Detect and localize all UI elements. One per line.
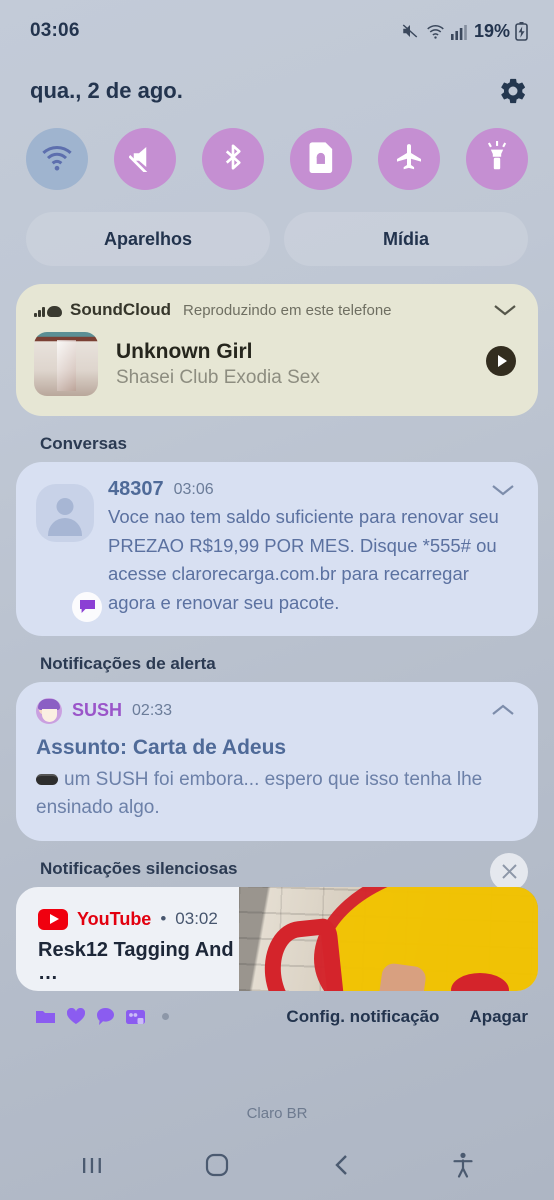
navigation-bar (0, 1130, 554, 1200)
shortcut-pill-row: Aparelhos Mídia (0, 190, 554, 266)
section-header-silent: Notificações silenciosas (0, 841, 554, 891)
status-icon-group: 19% (400, 21, 528, 42)
media-card-body: Unknown Girl Shasei Club Exodia Sex (34, 332, 520, 396)
close-icon[interactable] (490, 852, 528, 891)
youtube-time: 03:02 (175, 909, 218, 929)
youtube-icon (38, 908, 68, 930)
carrier-label: Claro BR (246, 1105, 308, 1122)
chat-bubble-icon[interactable] (97, 1008, 114, 1026)
youtube-notification[interactable]: YouTube • 03:02 Resk12 Tagging And … (16, 886, 538, 991)
back-icon[interactable] (330, 1152, 354, 1178)
overflow-dot-icon[interactable] (162, 1013, 169, 1021)
quick-settings-row (0, 114, 554, 190)
youtube-content: YouTube • 03:02 Resk12 Tagging And … (16, 887, 239, 991)
media-card-header: SoundCloud Reproduzindo em este telefone (34, 300, 520, 320)
alert-app-name: SUSH (72, 700, 123, 721)
conversation-message: Voce nao tem saldo suficiente para renov… (108, 506, 499, 614)
pill-emoji-icon (36, 774, 58, 786)
airplane-icon (393, 141, 425, 178)
media-player-card[interactable]: SoundCloud Reproduzindo em este telefone… (16, 284, 538, 416)
date-header-row: qua., 2 de ago. (0, 62, 554, 114)
status-bar: 03:06 19% (0, 0, 554, 62)
soundcloud-icon (34, 304, 62, 317)
media-app-name: SoundCloud (70, 300, 172, 319)
conversation-time: 03:06 (173, 480, 214, 498)
chevron-up-icon[interactable] (490, 702, 516, 723)
gear-icon[interactable] (498, 76, 528, 106)
action-links: Config. notificação Apagar (286, 1007, 528, 1027)
date-label: qua., 2 de ago. (30, 78, 183, 103)
media-pill[interactable]: Mídia (284, 212, 528, 266)
home-icon[interactable] (202, 1150, 232, 1180)
recents-icon[interactable] (79, 1152, 105, 1178)
avatar (36, 478, 102, 622)
section-header-conversations: Conversas (40, 434, 127, 453)
battery-charging-icon (515, 21, 528, 41)
alert-header: SUSH 02:33 (36, 697, 518, 724)
youtube-separator: • (160, 909, 167, 929)
battery-percent-label: 19% (473, 20, 510, 41)
chevron-down-icon[interactable] (490, 482, 516, 503)
bluetooth-icon (218, 141, 248, 178)
message-bubble-icon (72, 591, 102, 622)
devices-pill[interactable]: Aparelhos (26, 212, 270, 266)
gallery-icon[interactable] (126, 1009, 145, 1025)
conversation-notification[interactable]: 48307 03:06 Voce nao tem saldo suficient… (16, 462, 538, 636)
track-info: Unknown Girl Shasei Club Exodia Sex (116, 339, 320, 389)
quick-toggle-airplane-mode[interactable] (378, 128, 440, 190)
sim-card-icon (308, 141, 335, 178)
notification-settings-button[interactable]: Config. notificação (286, 1007, 439, 1027)
alert-notification[interactable]: SUSH 02:33 Assunto: Carta de Adeus um SU… (16, 681, 538, 841)
clear-all-button[interactable]: Apagar (469, 1007, 528, 1027)
accessibility-icon[interactable] (451, 1151, 475, 1179)
quick-toggle-bluetooth[interactable] (202, 128, 264, 190)
quick-toggle-sound[interactable] (114, 128, 176, 190)
conversation-content: 48307 03:06 Voce nao tem saldo suficient… (108, 478, 518, 618)
youtube-video-title: Resk12 Tagging And … (38, 938, 234, 984)
wifi-icon (40, 142, 74, 177)
heart-icon[interactable] (67, 1008, 85, 1025)
quick-toggle-flashlight[interactable] (466, 128, 528, 190)
conversation-row: 48307 03:06 Voce nao tem saldo suficient… (36, 478, 518, 622)
youtube-app-name: YouTube (77, 908, 152, 929)
album-art (34, 332, 98, 396)
track-artist: Shasei Club Exodia Sex (116, 367, 320, 389)
flashlight-icon (484, 140, 510, 178)
wifi-icon (425, 22, 446, 40)
alert-body: um SUSH foi embora... espero que isso te… (36, 766, 518, 823)
conversation-sender: 48307 (108, 478, 164, 500)
quick-toggle-wifi[interactable] (26, 128, 88, 190)
media-subtitle: Reproduzindo em este telefone (183, 301, 392, 319)
status-clock: 03:06 (30, 20, 80, 41)
alert-title: Assunto: Carta de Adeus (36, 735, 287, 759)
youtube-thumbnail[interactable] (239, 886, 538, 991)
alert-body-text: um SUSH foi embora... espero que isso te… (36, 768, 483, 819)
youtube-header: YouTube • 03:02 (38, 908, 239, 930)
section-header-alerts: Notificações de alerta (40, 653, 216, 673)
signal-icon (450, 23, 467, 40)
chevron-down-icon[interactable] (492, 302, 518, 323)
conversation-header: 48307 03:06 (108, 478, 518, 501)
avatar (36, 697, 62, 724)
play-icon[interactable] (486, 346, 516, 376)
quick-toggle-sim-lock[interactable] (290, 128, 352, 190)
notification-actions-row: Config. notificação Apagar (0, 991, 554, 1027)
section-label-silent: Notificações silenciosas (40, 858, 238, 878)
folder-icon[interactable] (36, 1009, 55, 1025)
app-icon-group (36, 1008, 169, 1026)
mute-icon (400, 22, 420, 40)
alert-time: 02:33 (132, 701, 173, 719)
mute-icon (128, 142, 161, 180)
track-title: Unknown Girl (116, 339, 253, 363)
